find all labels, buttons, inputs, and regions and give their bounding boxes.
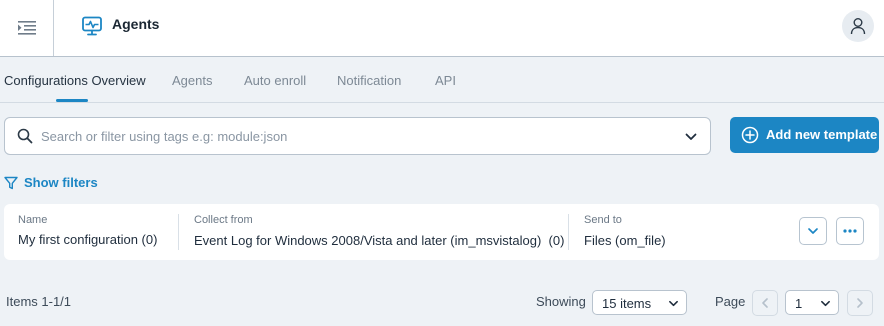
- page-label: Page: [715, 294, 746, 309]
- page-number-value: 1: [795, 296, 803, 311]
- page-number-select[interactable]: 1: [785, 290, 839, 315]
- chevron-down-icon: [669, 300, 678, 307]
- user-icon: [850, 18, 866, 35]
- showing-label: Showing: [536, 294, 586, 309]
- tab-api[interactable]: API: [435, 73, 456, 88]
- active-tab-indicator: [56, 99, 88, 102]
- add-new-template-button[interactable]: Add new template: [730, 117, 879, 153]
- chevron-down-icon: [808, 228, 818, 234]
- menu-collapse-icon: [17, 21, 36, 35]
- configuration-row[interactable]: Name My first configuration (0) Collect …: [4, 204, 879, 260]
- previous-page-button[interactable]: [752, 290, 778, 316]
- next-page-button[interactable]: [847, 290, 873, 316]
- column-header-send-to: Send to: [584, 214, 622, 226]
- chevron-left-icon: [762, 298, 768, 308]
- more-actions-button[interactable]: [836, 217, 864, 245]
- search-placeholder: Search or filter using tags e.g: module:…: [41, 129, 288, 144]
- expand-row-button[interactable]: [799, 217, 827, 245]
- tab-agents[interactable]: Agents: [172, 73, 212, 88]
- add-new-template-label: Add new template: [766, 127, 878, 142]
- filter-icon: [4, 176, 18, 189]
- monitor-pulse-icon: [82, 16, 102, 36]
- chevron-down-icon: [821, 300, 830, 307]
- top-bar: Agents: [0, 0, 884, 57]
- search-icon: [17, 128, 33, 144]
- column-header-name: Name: [18, 214, 48, 226]
- plus-circle-icon: [741, 126, 759, 144]
- chevron-down-icon[interactable]: [684, 130, 698, 144]
- tab-configurations-overview[interactable]: Configurations Overview: [4, 73, 146, 88]
- show-filters-button[interactable]: Show filters: [4, 175, 98, 190]
- collect-from-source: Event Log for Windows 2008/Vista and lat…: [194, 233, 542, 248]
- column-header-collect-from: Collect from: [194, 214, 253, 226]
- page-size-select[interactable]: 15 items: [592, 290, 687, 315]
- tab-notification[interactable]: Notification: [337, 73, 401, 88]
- column-divider: [568, 214, 569, 250]
- search-input[interactable]: Search or filter using tags e.g: module:…: [4, 117, 711, 155]
- user-avatar-button[interactable]: [842, 10, 874, 42]
- show-filters-label: Show filters: [24, 175, 98, 190]
- page-size-value: 15 items: [602, 296, 652, 311]
- collect-from-value: Event Log for Windows 2008/Vista and lat…: [194, 233, 564, 248]
- more-horizontal-icon: [843, 229, 857, 233]
- column-divider: [178, 214, 179, 250]
- tab-bar: Configurations Overview Agents Auto enro…: [0, 57, 884, 103]
- menu-toggle-button[interactable]: [0, 0, 54, 56]
- collect-from-count: (0): [548, 233, 565, 248]
- tab-auto-enroll[interactable]: Auto enroll: [244, 73, 306, 88]
- page-title: Agents: [112, 16, 160, 32]
- send-to-value: Files (om_file): [584, 233, 666, 248]
- chevron-right-icon: [857, 298, 863, 308]
- items-count: Items 1-1/1: [6, 294, 72, 309]
- config-name: My first configuration (0): [18, 232, 158, 247]
